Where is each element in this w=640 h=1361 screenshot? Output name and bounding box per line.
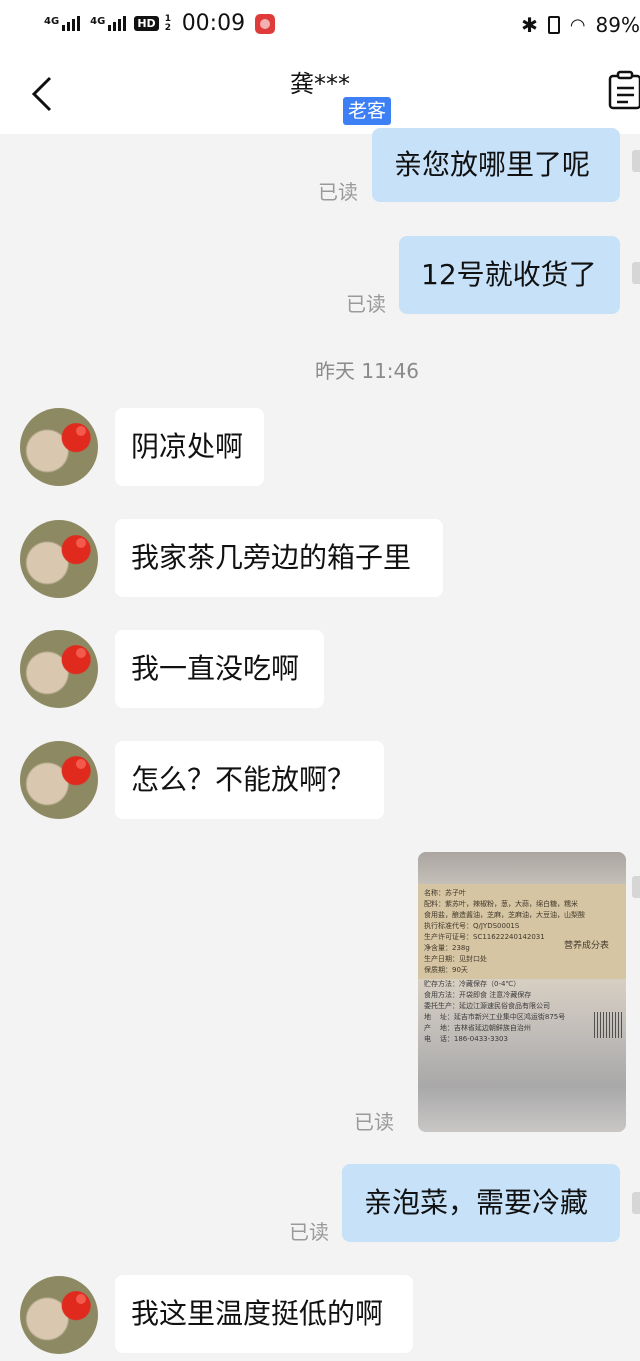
avatar[interactable] — [20, 741, 98, 819]
message-bubble-incoming[interactable]: 怎么？不能放啊？ — [115, 741, 384, 819]
hd-icon: HD — [134, 16, 159, 31]
avatar[interactable] — [20, 520, 98, 598]
message-bubble-outgoing[interactable]: 12号就收货了 — [399, 236, 620, 314]
avatar[interactable] — [20, 1276, 98, 1354]
battery-level: 89% — [595, 13, 640, 37]
clock: 00:09 — [181, 11, 246, 36]
wifi-icon: ◠ — [569, 14, 586, 36]
avatar[interactable] — [20, 630, 98, 708]
status-bar: 4G 4G HD 1 2 00:09 ✱ ◠ 89% — [0, 0, 640, 52]
signal-icon-sim1: 4G — [44, 16, 81, 31]
bubble-tail — [632, 262, 640, 284]
contact-name: 龚*** — [290, 70, 350, 98]
app-notification-icon — [255, 13, 276, 34]
photo-top-area — [418, 852, 626, 884]
chat-header: 龚*** 老客 — [0, 52, 640, 134]
bubble-tail — [632, 150, 640, 172]
order-list-icon[interactable] — [608, 70, 640, 112]
timestamp: 昨天 11:46 — [315, 359, 419, 383]
read-receipt: 已读 — [346, 292, 386, 316]
avatar[interactable] — [20, 408, 98, 486]
message-bubble-outgoing[interactable]: 亲泡菜，需要冷藏 — [342, 1164, 620, 1242]
bluetooth-icon: ✱ — [521, 13, 538, 37]
message-bubble-incoming[interactable]: 阴凉处啊 — [115, 408, 264, 486]
bubble-tail — [632, 876, 640, 898]
vibrate-icon — [547, 16, 560, 34]
read-receipt: 已读 — [289, 1220, 329, 1244]
product-label-photo[interactable]: 名称：苏子叶 配料：紫苏叶，辣椒粉，葱，大蒜，绵白糖，糯米 食用盐，酿造酱油，芝… — [418, 852, 626, 1132]
customer-tag: 老客 — [343, 97, 391, 125]
read-receipt: 已读 — [354, 1110, 394, 1134]
signal-icon-sim2: 4G — [90, 16, 127, 31]
message-bubble-outgoing[interactable]: 亲您放哪里了呢 — [372, 128, 620, 202]
bubble-tail — [632, 1192, 640, 1214]
read-receipt: 已读 — [318, 180, 358, 204]
photo-label-text-bottom: 贮存方法：冷藏保存（0-4℃） 食用方法：开袋即食 注意冷藏保存 委托生产：延边… — [424, 980, 566, 1043]
message-bubble-incoming[interactable]: 我一直没吃啊 — [115, 630, 324, 708]
hd-sub: 1 2 — [164, 13, 171, 33]
barcode — [594, 1012, 622, 1038]
message-bubble-incoming[interactable]: 我家茶几旁边的箱子里 — [115, 519, 443, 597]
message-bubble-incoming[interactable]: 我这里温度挺低的啊 — [115, 1275, 413, 1353]
photo-label-text: 名称：苏子叶 配料：紫苏叶，辣椒粉，葱，大蒜，绵白糖，糯米 食用盐，酿造酱油，芝… — [424, 889, 585, 974]
photo-panel-title: 营养成分表 — [564, 941, 610, 951]
